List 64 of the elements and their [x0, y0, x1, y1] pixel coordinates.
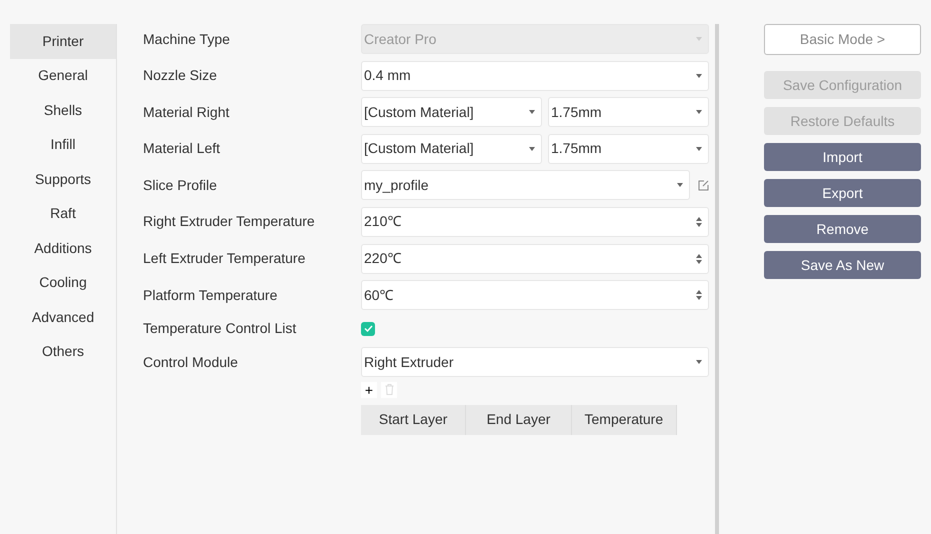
sidebar-item[interactable]: Others — [10, 334, 116, 369]
action-button[interactable]: Export — [764, 179, 921, 207]
sidebar-item[interactable]: Cooling — [10, 266, 116, 300]
setting-label: Nozzle Size — [143, 66, 218, 86]
field-value: 220℃ — [364, 249, 402, 268]
checkbox[interactable] — [361, 322, 375, 336]
setting-label: Material Right — [143, 102, 230, 122]
sidebar-item[interactable]: Printer — [10, 24, 116, 58]
sidebar-item[interactable]: Additions — [10, 231, 116, 266]
caret-icon — [529, 110, 535, 114]
caret-icon — [677, 183, 683, 188]
dropdown-value: Right Extruder — [364, 352, 454, 372]
caret-icon — [696, 360, 702, 364]
dropdown-value: my_profile — [364, 176, 429, 195]
dropdown[interactable]: 1.75mm — [548, 134, 709, 164]
dropdown-value: [Custom Material] — [364, 102, 474, 122]
column-header[interactable]: Start Layer — [361, 404, 466, 435]
field-value: 60℃ — [364, 286, 394, 305]
sidebar-item[interactable]: Supports — [10, 162, 116, 196]
dropdown[interactable]: Right Extruder — [361, 347, 709, 378]
field-value: 210℃ — [364, 212, 402, 232]
caret-icon — [696, 110, 702, 114]
sidebar-item[interactable]: Shells — [10, 93, 116, 128]
setting-label: Platform Temperature — [143, 286, 278, 305]
number-field[interactable]: 220℃ — [361, 244, 709, 274]
dropdown[interactable]: [Custom Material] — [361, 134, 542, 164]
dropdown-value: Creator Pro — [364, 30, 436, 48]
action-button[interactable]: Save As New — [764, 251, 921, 279]
sidebar-item[interactable]: Raft — [10, 196, 116, 231]
setting-label: Left Extruder Temperature — [143, 249, 306, 268]
caret-icon — [696, 146, 702, 151]
spin-arrows-icon — [696, 290, 702, 300]
dropdown[interactable]: my_profile — [361, 170, 690, 200]
dropdown-value: 1.75mm — [551, 102, 602, 122]
caret-icon — [696, 74, 702, 78]
column-header[interactable]: Temperature — [572, 404, 677, 435]
number-field[interactable]: 60℃ — [361, 280, 709, 310]
spin-arrows-icon — [696, 216, 702, 227]
column-header[interactable]: End Layer — [466, 404, 572, 435]
dropdown[interactable]: 1.75mm — [548, 97, 709, 128]
dropdown[interactable]: [Custom Material] — [361, 97, 542, 128]
caret-icon — [529, 146, 535, 151]
add-button[interactable]: + — [361, 382, 377, 398]
setting-label: Slice Profile — [143, 176, 218, 195]
sidebar-item[interactable]: Infill — [10, 128, 116, 162]
spin-arrows-icon — [696, 254, 702, 264]
dropdown[interactable]: 0.4 mm — [361, 60, 709, 91]
action-button[interactable]: Import — [764, 143, 921, 171]
caret-icon — [696, 37, 702, 41]
action-button[interactable]: Basic Mode > — [764, 24, 921, 55]
dropdown-value: 1.75mm — [551, 139, 602, 158]
setting-label: Material Left — [143, 139, 222, 158]
sidebar-item[interactable]: General — [10, 58, 116, 93]
setting-label: Control Module — [143, 352, 239, 372]
action-button[interactable]: Remove — [764, 215, 921, 243]
dropdown-value: [Custom Material] — [364, 139, 474, 158]
number-field[interactable]: 210℃ — [361, 206, 709, 237]
setting-label: Machine Type — [143, 30, 231, 49]
edit-icon[interactable] — [698, 180, 709, 191]
sidebar-item[interactable]: Advanced — [10, 300, 116, 334]
dropdown-value: 0.4 mm — [364, 66, 411, 86]
setting-label: Right Extruder Temperature — [143, 212, 316, 232]
setting-label: Temperature Control List — [143, 319, 298, 338]
checkmark-icon — [364, 325, 372, 332]
